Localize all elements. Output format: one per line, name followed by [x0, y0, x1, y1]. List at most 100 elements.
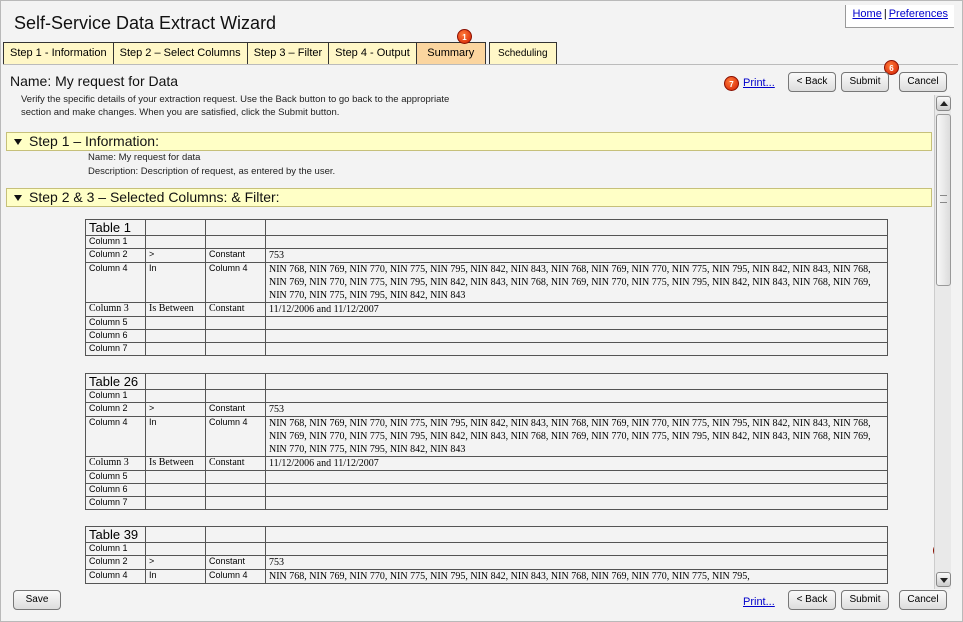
- request-name: Name: My request for Data: [10, 73, 179, 89]
- table-header-row: Table 39: [85, 526, 888, 543]
- cell-type: Column 4: [205, 262, 266, 303]
- cell-operator: [145, 389, 206, 403]
- table-row: Column 5: [85, 316, 888, 330]
- table-row: Column 3 Is Between Constant 11/12/2006 and…: [85, 302, 888, 317]
- cell-value: [265, 235, 888, 249]
- table-row: Column 6: [85, 483, 888, 497]
- table-row: Column 1: [85, 389, 888, 403]
- cell-column: Column 7: [85, 342, 146, 356]
- cell-value: 753: [265, 555, 888, 570]
- cell-operator: [145, 542, 206, 556]
- cell-type: Constant: [205, 456, 266, 471]
- scroll-up-icon[interactable]: [936, 96, 951, 111]
- table-header-row: Table 1: [85, 219, 888, 236]
- cell-column: Column 5: [85, 316, 146, 330]
- tab-step2-select-columns[interactable]: Step 2 – Select Columns: [112, 42, 247, 65]
- cancel-button-top[interactable]: Cancel: [899, 72, 947, 92]
- cell-operator: In: [145, 569, 206, 584]
- scrollbar-thumb[interactable]: [936, 114, 951, 286]
- table-name: Table 39: [85, 526, 146, 543]
- table-row: Column 2 > Constant 753: [85, 555, 888, 570]
- tab-step1-information[interactable]: Step 1 - Information: [3, 42, 113, 65]
- wizard-window: Self-Service Data Extract Wizard Home | Pr…: [0, 0, 963, 622]
- cell-value: NIN 768, NIN 769, NIN 770, NIN 775, NIN …: [265, 262, 888, 303]
- filter-table: Table 26 Column 1 Column 2 > Constant 753 C…: [85, 373, 888, 510]
- table-header-row: Table 26: [85, 373, 888, 390]
- step1-heading: Step 1 – Information:: [29, 133, 159, 149]
- cell-value: NIN 768, NIN 769, NIN 770, NIN 775, NIN …: [265, 569, 888, 584]
- cell-column: Column 6: [85, 329, 146, 343]
- table-row: Column 7: [85, 496, 888, 510]
- step1-description-line: Description: Description of request, as …: [88, 166, 336, 177]
- table-row: Column 1: [85, 235, 888, 249]
- submit-button-bottom[interactable]: Submit: [841, 590, 889, 610]
- cell-column: Column 5: [85, 470, 146, 484]
- table-row: Column 4 In Column 4 NIN 768, NIN 769, NIN …: [85, 569, 888, 584]
- cell-column: Column 6: [85, 483, 146, 497]
- home-link[interactable]: Home: [852, 8, 881, 20]
- link-separator: |: [883, 8, 887, 20]
- cell-value: 753: [265, 248, 888, 263]
- collapse-arrow-icon: [14, 195, 22, 201]
- filter-table: Table 1 Column 1 Column 2 > Constant 753 Co…: [85, 219, 888, 356]
- cell-column: Column 3: [85, 456, 146, 471]
- cell-value: [265, 389, 888, 403]
- scroll-down-icon[interactable]: [936, 572, 951, 587]
- cell-column: Column 4: [85, 569, 146, 584]
- cell-operator: >: [145, 248, 206, 263]
- cell-type: Constant: [205, 248, 266, 263]
- cell-column: Column 3: [85, 302, 146, 317]
- callout-badge-summary: 1: [457, 29, 472, 44]
- table-row: Column 7: [85, 342, 888, 356]
- tab-step4-output[interactable]: Step 4 - Output: [328, 42, 416, 65]
- step1-section-header[interactable]: Step 1 – Information:: [6, 132, 932, 151]
- cell-operator: In: [145, 262, 206, 303]
- cell-type: [205, 235, 266, 249]
- table-row: Column 3 Is Between Constant 11/12/2006 and…: [85, 456, 888, 471]
- print-link-bottom[interactable]: Print...: [743, 596, 775, 608]
- tab-step3-filter[interactable]: Step 3 – Filter: [246, 42, 329, 65]
- cell-value: NIN 768, NIN 769, NIN 770, NIN 775, NIN …: [265, 416, 888, 457]
- app-title: Self-Service Data Extract Wizard: [14, 13, 277, 33]
- cell-type: Column 4: [205, 416, 266, 457]
- step23-heading: Step 2 & 3 – Selected Columns: & Filter:: [29, 189, 280, 205]
- filter-table: Table 39 Column 1 Column 2 > Constant 753 C…: [85, 526, 888, 584]
- cell-type: Constant: [205, 302, 266, 317]
- cell-value: 11/12/2006 and 11/12/2007: [265, 456, 888, 471]
- cell-type: Constant: [205, 402, 266, 417]
- summary-content: Step 1 – Information: Name: My request f…: [3, 129, 933, 585]
- cell-type: [205, 542, 266, 556]
- print-link-top[interactable]: Print...: [743, 77, 775, 89]
- back-button-bottom[interactable]: < Back: [788, 590, 836, 610]
- table-row: Column 6: [85, 329, 888, 343]
- callout-badge-print: 7: [724, 76, 739, 91]
- cell-operator: >: [145, 555, 206, 570]
- table-row: Column 5: [85, 470, 888, 484]
- cell-column: Column 1: [85, 542, 146, 556]
- cell-operator: >: [145, 402, 206, 417]
- table-row: Column 4 In Column 4 NIN 768, NIN 769, NIN …: [85, 416, 888, 457]
- cell-operator: Is Between: [145, 456, 206, 471]
- step23-section-header[interactable]: Step 2 & 3 – Selected Columns: & Filter:: [6, 188, 932, 207]
- submit-button-top[interactable]: Submit: [841, 72, 889, 92]
- cell-operator: In: [145, 416, 206, 457]
- vertical-scrollbar[interactable]: [934, 95, 951, 589]
- preferences-link[interactable]: Preferences: [889, 8, 948, 20]
- table-row: Column 1: [85, 542, 888, 556]
- tab-scheduling[interactable]: Scheduling: [488, 42, 557, 65]
- tab-summary[interactable]: Summary: [415, 42, 486, 65]
- cell-column: Column 2: [85, 402, 146, 417]
- cell-column: Column 2: [85, 555, 146, 570]
- back-button-top[interactable]: < Back: [788, 72, 836, 92]
- cancel-button-bottom[interactable]: Cancel: [899, 590, 947, 610]
- step1-name-line: Name: My request for data: [88, 152, 201, 163]
- cell-column: Column 2: [85, 248, 146, 263]
- cell-column: Column 4: [85, 416, 146, 457]
- save-button[interactable]: Save: [13, 590, 61, 610]
- cell-operator: [145, 235, 206, 249]
- cell-column: Column 4: [85, 262, 146, 303]
- table-row: Column 2 > Constant 753: [85, 248, 888, 263]
- cell-operator: Is Between: [145, 302, 206, 317]
- cell-column: Column 1: [85, 235, 146, 249]
- cell-type: [205, 389, 266, 403]
